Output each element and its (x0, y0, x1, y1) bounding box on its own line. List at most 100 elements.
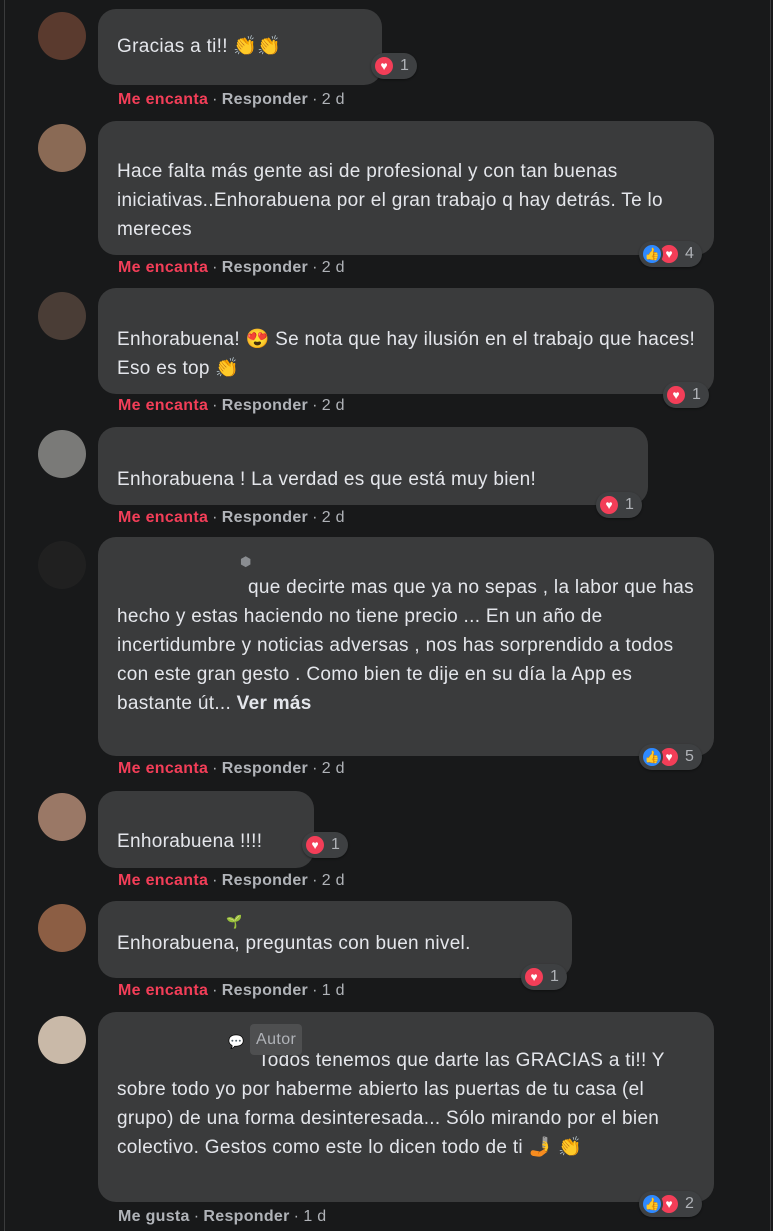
separator: · (312, 397, 318, 414)
comment-bubble: Enhorabuena! 😍 Se nota que hay ilusión e… (98, 288, 714, 394)
avatar[interactable] (38, 904, 86, 952)
commenter-name[interactable] (117, 909, 554, 929)
reaction-summary[interactable]: 👍 ♥ 5 (639, 744, 703, 770)
comments-thread: Gracias a ti!! 👏👏 ♥ 1 Me encanta · Respond… (4, 0, 771, 1231)
comment-actions: Me gusta · Responder · 1 d (118, 1208, 326, 1226)
love-button[interactable]: Me encanta (118, 509, 208, 526)
separator: · (312, 259, 318, 276)
love-button[interactable]: Me encanta (118, 397, 208, 414)
avatar[interactable] (38, 430, 86, 478)
avatar[interactable] (38, 1016, 86, 1064)
reaction-count: 2 (685, 1195, 695, 1212)
avatar[interactable] (38, 541, 86, 589)
avatar[interactable] (38, 12, 86, 60)
comment-bubble: Enhorabuena ! La verdad es que está muy … (98, 427, 648, 505)
comment-actions: Me encanta · Responder · 2 d (118, 91, 345, 109)
reaction-summary[interactable]: 👍 ♥ 4 (639, 241, 703, 267)
timestamp[interactable]: 2 d (322, 397, 345, 414)
reply-button[interactable]: Responder (222, 397, 308, 414)
avatar[interactable] (38, 124, 86, 172)
comment-bubble: ⬢ que decirte mas que ya no sepas , la l… (98, 537, 714, 756)
separator: · (212, 259, 218, 276)
separator: · (312, 509, 318, 526)
plant-badge-icon: 🌱 (226, 914, 243, 929)
separator: · (212, 397, 218, 414)
reaction-summary[interactable]: ♥ 1 (302, 832, 349, 858)
reaction-count: 1 (400, 57, 410, 74)
comment-bubble: Gracias a ti!! 👏👏 (98, 9, 382, 85)
separator: · (212, 509, 218, 526)
reaction-count: 1 (331, 836, 341, 853)
love-button[interactable]: Me encanta (118, 760, 208, 777)
like-icon: 👍 (641, 746, 663, 768)
reply-button[interactable]: Responder (222, 509, 308, 526)
reaction-count: 4 (685, 245, 695, 262)
comment-text: Enhorabuena !!!! (117, 831, 263, 852)
reply-button[interactable]: Responder (222, 760, 308, 777)
author-badge-icon: 💬 (228, 1034, 245, 1049)
heart-icon: ♥ (304, 834, 326, 856)
comment-actions: Me encanta · Responder · 2 d (118, 872, 345, 890)
comment-bubble: Hace falta más gente asi de profesional … (98, 121, 714, 255)
comment-text: que decirte mas que ya no sepas , la lab… (117, 577, 700, 714)
separator: · (212, 872, 218, 889)
separator: · (293, 1208, 300, 1225)
reaction-summary[interactable]: ♥ 1 (596, 492, 643, 518)
comment-text: Gracias a ti!! 👏👏 (117, 36, 282, 57)
comment-bubble: 🌱 Enhorabuena, preguntas con buen nivel. (98, 901, 572, 978)
separator: · (212, 91, 218, 108)
author-tag: Autor (250, 1024, 303, 1055)
separator: · (212, 982, 218, 999)
separator: · (193, 1208, 200, 1225)
separator: · (312, 982, 318, 999)
reaction-count: 5 (685, 748, 695, 765)
separator: · (312, 872, 318, 889)
reply-button[interactable]: Responder (222, 259, 308, 276)
comment-text: Enhorabuena ! La verdad es que está muy … (117, 469, 537, 490)
love-button[interactable]: Me encanta (118, 982, 208, 999)
like-icon: 👍 (641, 243, 663, 265)
separator: · (312, 91, 318, 108)
timestamp[interactable]: 1 d (322, 982, 345, 999)
separator: · (312, 760, 318, 777)
love-button[interactable]: Me encanta (118, 259, 208, 276)
heart-icon: ♥ (598, 494, 620, 516)
comment-actions: Me encanta · Responder · 2 d (118, 259, 345, 277)
love-button[interactable]: Me encanta (118, 872, 208, 889)
reply-button[interactable]: Responder (222, 872, 308, 889)
reaction-count: 1 (625, 496, 635, 513)
timestamp[interactable]: 2 d (322, 259, 345, 276)
reaction-count: 1 (692, 386, 702, 403)
comment-text: Enhorabuena! 😍 Se nota que hay ilusión e… (117, 329, 701, 379)
timestamp[interactable]: 2 d (322, 872, 345, 889)
reply-button[interactable]: Responder (203, 1208, 289, 1225)
like-button[interactable]: Me gusta (118, 1208, 190, 1225)
reply-button[interactable]: Responder (222, 91, 308, 108)
see-more-link[interactable]: Ver más (237, 693, 312, 714)
comment-actions: Me encanta · Responder · 2 d (118, 509, 345, 527)
comment-actions: Me encanta · Responder · 1 d (118, 982, 345, 1000)
avatar[interactable] (38, 292, 86, 340)
reply-button[interactable]: Responder (222, 982, 308, 999)
comment-text: Hace falta más gente asi de profesional … (117, 161, 669, 240)
reaction-summary[interactable]: 👍 ♥ 2 (639, 1191, 703, 1217)
comment-bubble: Enhorabuena !!!! (98, 791, 314, 868)
heart-icon: ♥ (373, 55, 395, 77)
comment-text: Enhorabuena, preguntas con buen nivel. (117, 933, 471, 954)
timestamp[interactable]: 2 d (322, 91, 345, 108)
timestamp[interactable]: 1 d (303, 1208, 326, 1225)
heart-icon: ♥ (523, 966, 545, 988)
reaction-summary[interactable]: ♥ 1 (521, 964, 568, 990)
comment-actions: Me encanta · Responder · 2 d (118, 397, 345, 415)
timestamp[interactable]: 2 d (322, 760, 345, 777)
reaction-summary[interactable]: ♥ 1 (663, 382, 710, 408)
avatar[interactable] (38, 793, 86, 841)
shield-badge-icon: ⬢ (240, 554, 252, 569)
heart-icon: ♥ (665, 384, 687, 406)
timestamp[interactable]: 2 d (322, 509, 345, 526)
love-button[interactable]: Me encanta (118, 91, 208, 108)
commenter-name[interactable] (117, 553, 696, 573)
commenter-name[interactable] (117, 1026, 696, 1046)
reaction-summary[interactable]: ♥ 1 (371, 53, 418, 79)
comment-bubble: 💬 Autor Todos tenemos que darte las GRAC… (98, 1012, 714, 1202)
